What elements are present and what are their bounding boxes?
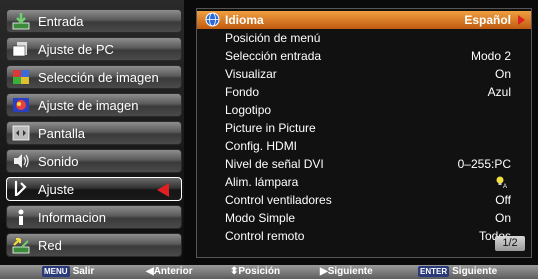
menu-row-value: 0–255:PC bbox=[457, 157, 511, 171]
sidebar-item-label: Entrada bbox=[38, 14, 84, 29]
footer-enter: ENTER Siguiente bbox=[418, 265, 497, 279]
image-adjust-icon bbox=[13, 98, 29, 112]
svg-text:A: A bbox=[503, 184, 507, 189]
sidebar-item-informacion[interactable]: Informacion bbox=[6, 205, 182, 229]
lamp-eco-icon: A bbox=[496, 176, 507, 189]
info-icon bbox=[18, 209, 24, 225]
sidebar-item-entrada[interactable]: Entrada bbox=[6, 9, 182, 33]
menu-row-label: Visualizar bbox=[225, 67, 277, 81]
menu-row-posicion-menu[interactable]: Posición de menú bbox=[197, 29, 531, 47]
menu-row-label: Idioma bbox=[225, 13, 264, 27]
setting-icon bbox=[14, 180, 27, 196]
footer-exit: MENU Salir bbox=[42, 265, 94, 279]
sidebar-item-label: Ajuste de PC bbox=[38, 42, 114, 57]
menu-row-picture-in-picture[interactable]: Picture in Picture bbox=[197, 119, 531, 137]
pc-adjust-icon bbox=[12, 42, 27, 57]
sidebar: Entrada Ajuste de PC Selección de imagen… bbox=[0, 0, 184, 265]
sidebar-item-pantalla[interactable]: Pantalla bbox=[6, 121, 182, 145]
menu-row-label: Nivel de señal DVI bbox=[225, 157, 324, 171]
menu-row-idioma[interactable]: Idioma Español bbox=[197, 11, 531, 29]
menu-row-label: Control ventiladores bbox=[225, 193, 332, 207]
menu-row-modo-simple[interactable]: Modo Simple On bbox=[197, 209, 531, 227]
sidebar-item-sonido[interactable]: Sonido bbox=[6, 149, 182, 173]
menu-row-alim-lampara[interactable]: Alim. lámpara A bbox=[197, 173, 531, 191]
input-icon bbox=[12, 13, 30, 30]
globe-icon bbox=[205, 12, 220, 27]
menu-row-logotipo[interactable]: Logotipo bbox=[197, 101, 531, 119]
sidebar-item-label: Red bbox=[38, 238, 62, 253]
sidebar-item-label: Ajuste de imagen bbox=[38, 98, 139, 113]
menu-row-nivel-senal-dvi[interactable]: Nivel de señal DVI 0–255:PC bbox=[197, 155, 531, 173]
menu-row-value: Off bbox=[495, 193, 511, 207]
sidebar-item-ajuste[interactable]: Ajuste bbox=[6, 177, 182, 201]
footer-exit-label: Salir bbox=[72, 266, 95, 277]
menu-row-label: Logotipo bbox=[225, 103, 272, 117]
sidebar-item-label: Selección de imagen bbox=[38, 70, 159, 85]
sidebar-item-label: Pantalla bbox=[38, 126, 85, 141]
menu-row-config-hdmi[interactable]: Config. HDMI bbox=[197, 137, 531, 155]
settings-panel: Idioma Español Posición de menú Selecció… bbox=[196, 8, 532, 258]
menu-row-label: Alim. lámpara bbox=[225, 175, 299, 189]
menu-row-control-ventiladores[interactable]: Control ventiladores Off bbox=[197, 191, 531, 209]
menu-row-label: Fondo bbox=[225, 85, 260, 99]
menu-row-value: Modo 2 bbox=[470, 49, 511, 63]
sidebar-item-ajuste-imagen[interactable]: Ajuste de imagen bbox=[6, 93, 182, 117]
menu-key-icon: MENU bbox=[42, 266, 70, 277]
menu-row-label: Selección entrada bbox=[225, 49, 322, 63]
active-arrow-icon bbox=[157, 183, 169, 197]
menu-row-control-remoto[interactable]: Control remoto Todos bbox=[197, 227, 531, 245]
footer-next: ▶Siguiente bbox=[320, 266, 373, 277]
sound-icon bbox=[14, 154, 29, 168]
menu-row-label: Posición de menú bbox=[225, 31, 321, 45]
image-select-icon bbox=[13, 70, 29, 84]
enter-key-icon: ENTER bbox=[418, 266, 450, 277]
menu-row-label: Config. HDMI bbox=[225, 139, 298, 153]
arrow-right-icon bbox=[518, 15, 525, 25]
network-icon bbox=[12, 238, 30, 254]
footer-enter-label: Siguiente bbox=[452, 266, 498, 277]
menu-row-label: Modo Simple bbox=[225, 211, 296, 225]
menu-row-value: On bbox=[494, 211, 511, 225]
menu-row-label: Picture in Picture bbox=[225, 121, 316, 135]
page-indicator: 1/2 bbox=[495, 236, 525, 251]
sidebar-item-red[interactable]: Red bbox=[6, 233, 182, 257]
sidebar-item-label: Sonido bbox=[38, 154, 79, 169]
sidebar-item-ajuste-pc[interactable]: Ajuste de PC bbox=[6, 37, 182, 61]
menu-row-value: Azul bbox=[487, 85, 511, 99]
footer-position: ⬍Posición bbox=[230, 266, 281, 277]
footer-hints: MENU Salir ◀Anterior ⬍Posición ▶Siguiente… bbox=[0, 265, 538, 279]
menu-row-visualizar[interactable]: Visualizar On bbox=[197, 65, 531, 83]
menu-row-label: Control remoto bbox=[225, 229, 305, 243]
menu-row-seleccion-entrada[interactable]: Selección entrada Modo 2 bbox=[197, 47, 531, 65]
sidebar-item-seleccion-imagen[interactable]: Selección de imagen bbox=[6, 65, 182, 89]
sidebar-item-label: Informacion bbox=[38, 210, 106, 225]
menu-row-value: Español bbox=[464, 13, 511, 27]
menu-row-fondo[interactable]: Fondo Azul bbox=[197, 83, 531, 101]
menu-row-value: On bbox=[494, 67, 511, 81]
footer-prev: ◀Anterior bbox=[146, 266, 193, 277]
screen-icon bbox=[12, 125, 30, 141]
sidebar-item-label: Ajuste bbox=[38, 182, 75, 197]
